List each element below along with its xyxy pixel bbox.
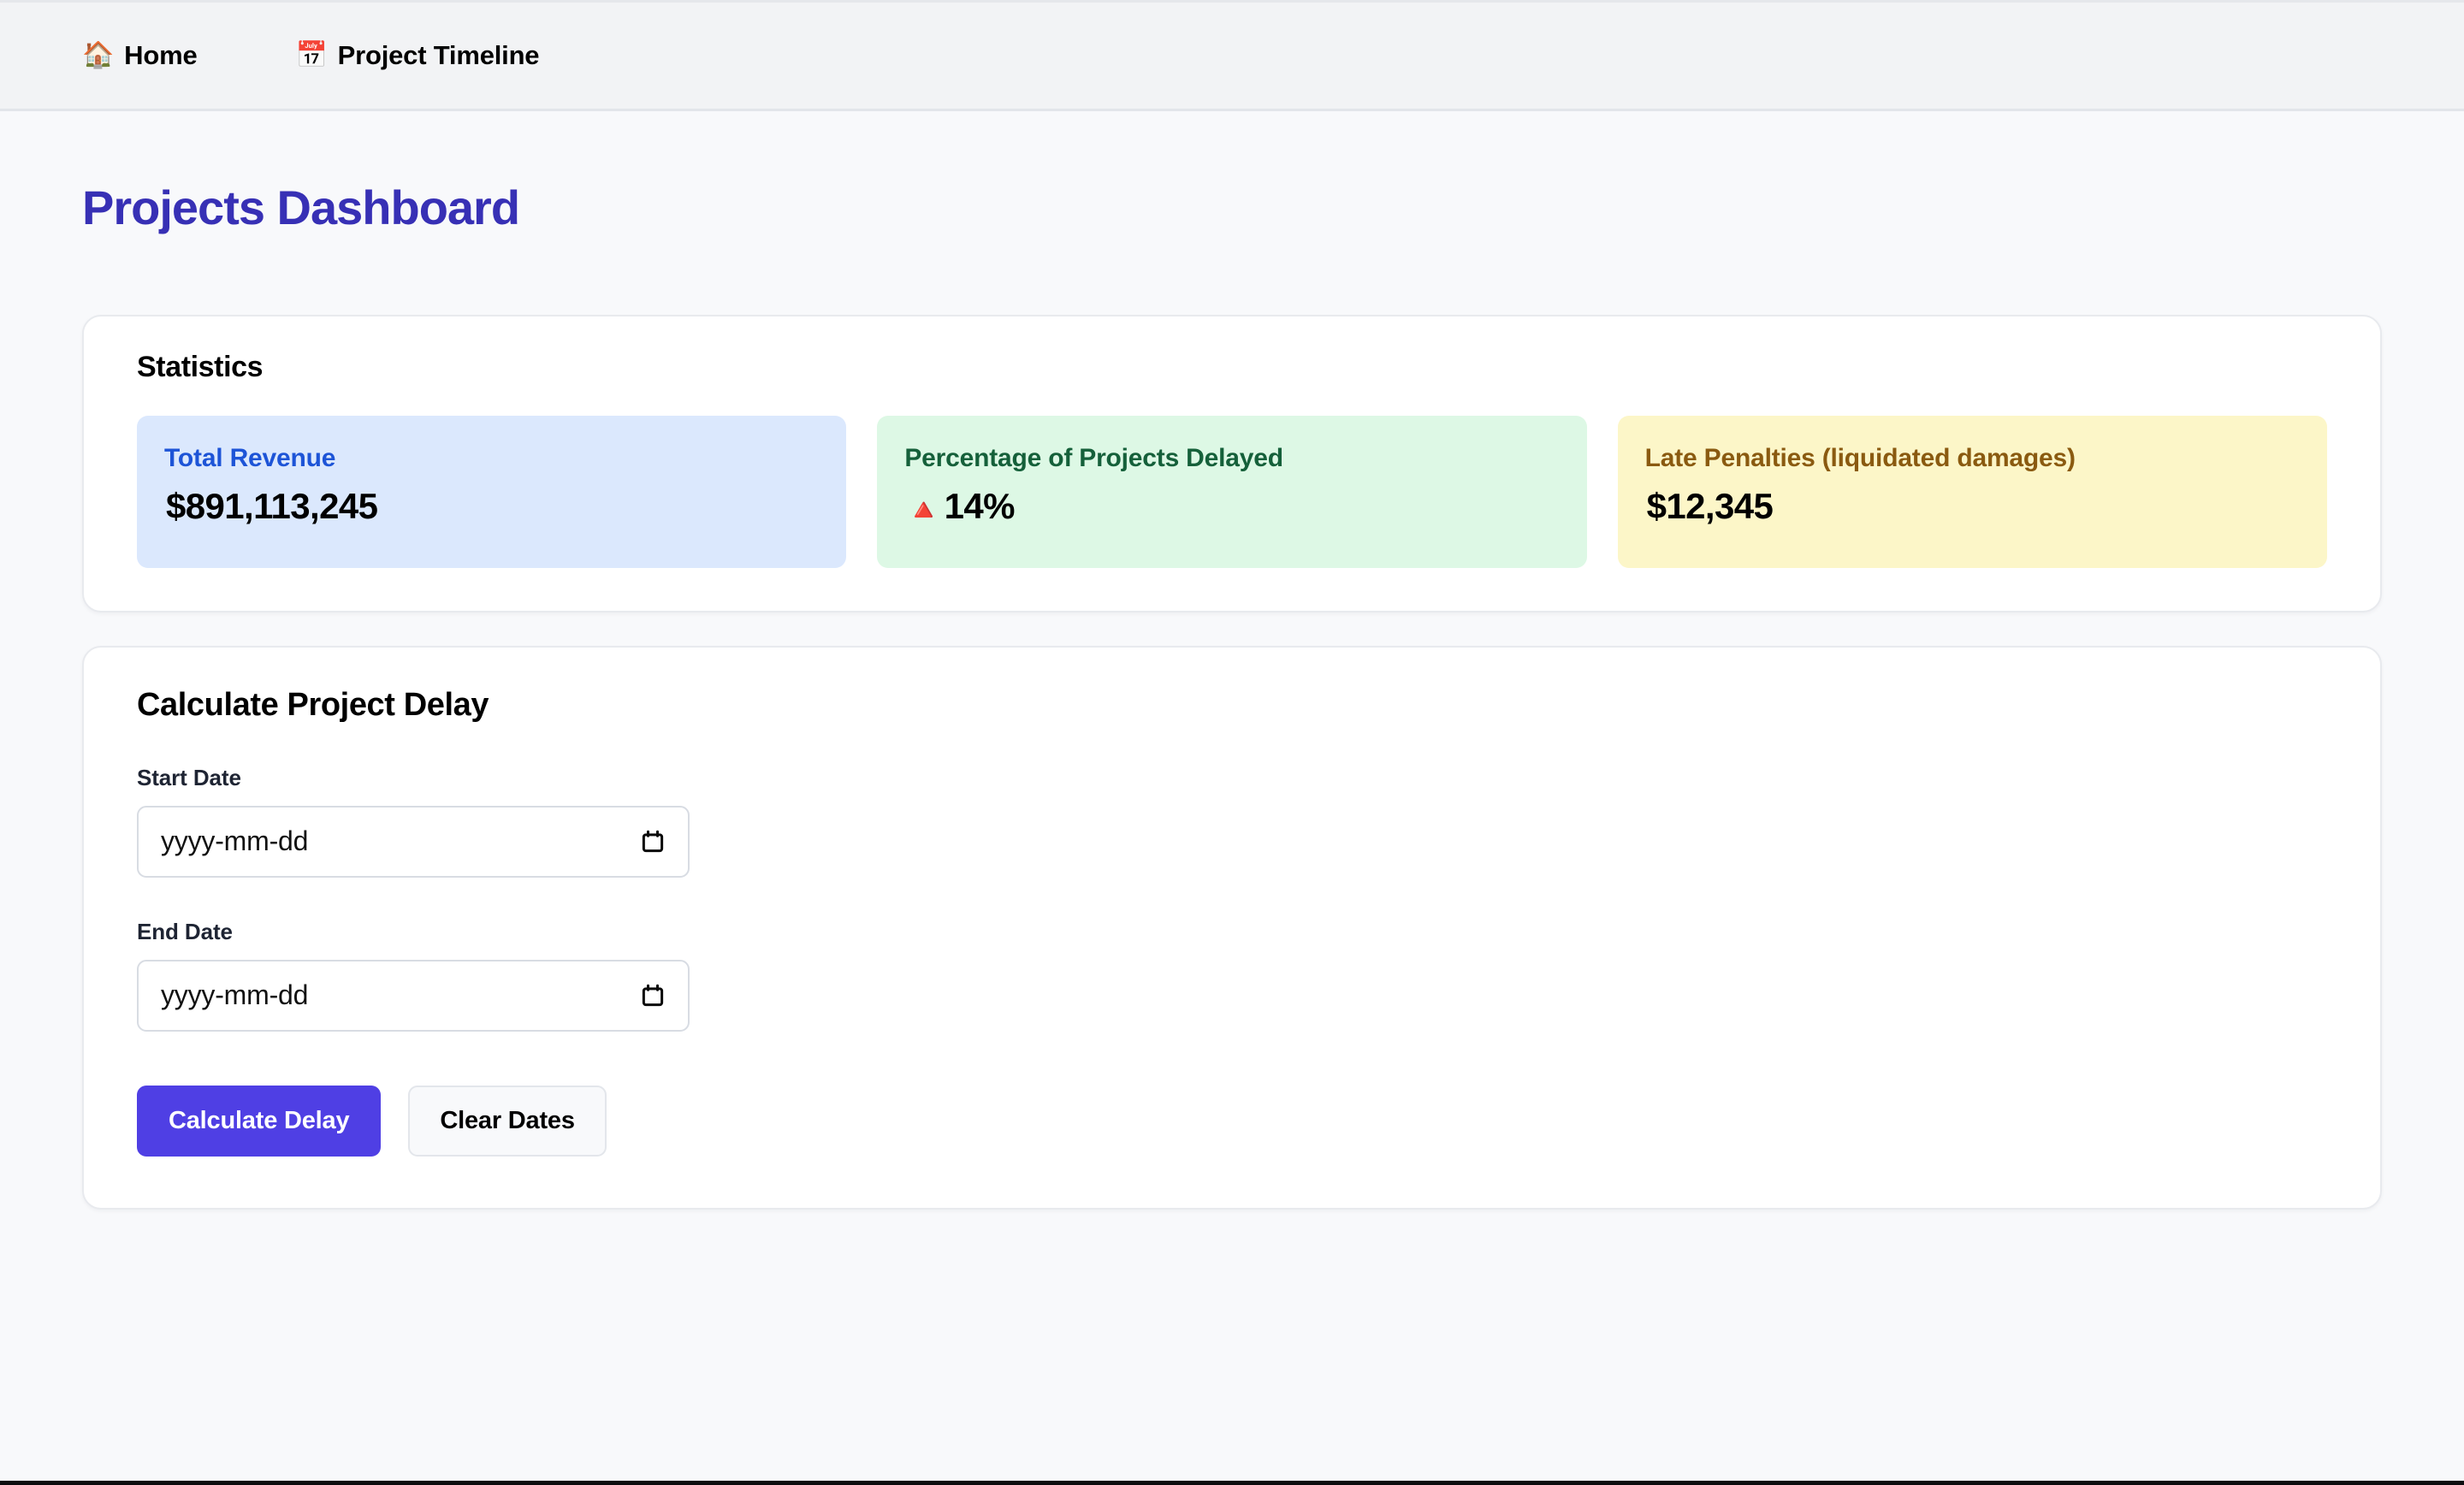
stat-tile-late-penalties: Late Penalties (liquidated damages) $12,… [1617,415,2327,568]
stat-value-total-revenue: $891,113,245 [164,486,819,527]
nav-item-home-label: Home [124,40,198,70]
clear-dates-button[interactable]: Clear Dates [408,1085,607,1157]
end-date-placeholder: yyyy-mm-dd [161,979,309,1011]
nav-item-home[interactable]: 🏠 Home [82,40,198,71]
start-date-placeholder: yyyy-mm-dd [161,825,309,857]
statistics-tiles-row: Total Revenue $891,113,245 Percentage of… [137,415,2327,568]
page-title: Projects Dashboard [82,180,520,234]
end-date-input[interactable]: yyyy-mm-dd [137,959,690,1032]
end-date-label: End Date [137,918,233,944]
stat-number-total-revenue: $891,113,245 [166,485,378,526]
calendar-picker-icon-start[interactable] [640,829,666,855]
stat-tile-percentage-delayed: Percentage of Projects Delayed 🔺14% [877,415,1587,568]
start-date-input[interactable]: yyyy-mm-dd [137,805,690,878]
end-date-field-group: End Date yyyy-mm-dd [137,919,2327,1032]
start-date-field-group: Start Date yyyy-mm-dd [137,765,2327,878]
window-bottom-edge [0,1481,2464,1485]
stat-number-late-penalties: $12,345 [1646,485,1774,526]
calendar-picker-icon-end[interactable] [640,983,666,1009]
statistics-heading: Statistics [137,350,264,383]
stat-tile-total-revenue: Total Revenue $891,113,245 [137,415,847,568]
nav-item-project-timeline[interactable]: 📅 Project Timeline [295,40,539,71]
stat-label-late-penalties: Late Penalties (liquidated damages) [1644,443,2076,472]
start-date-label: Start Date [137,764,241,790]
stat-value-late-penalties: $12,345 [1645,486,2300,527]
calculate-delay-button[interactable]: Calculate Delay [137,1085,382,1157]
calculate-delay-heading: Calculate Project Delay [137,686,489,723]
trend-up-icon: 🔺 [904,491,943,527]
top-navbar: 🏠 Home 📅 Project Timeline [0,0,2464,111]
statistics-card: Statistics Total Revenue $891,113,245 Pe… [82,314,2382,612]
page-content: Projects Dashboard Statistics Total Reve… [0,111,2464,1210]
delay-form-actions: Calculate Delay Clear Dates [137,1085,2327,1157]
stat-number-percentage-delayed: 14% [944,485,1016,526]
calendar-icon: 📅 [295,41,328,69]
stat-value-percentage-delayed: 🔺14% [904,486,1559,527]
stat-label-total-revenue: Total Revenue [164,443,336,472]
nav-item-project-timeline-label: Project Timeline [337,40,540,70]
house-icon: 🏠 [82,41,115,69]
calculate-project-delay-card: Calculate Project Delay Start Date yyyy-… [82,645,2382,1210]
stat-label-percentage-delayed: Percentage of Projects Delayed [904,443,1283,472]
